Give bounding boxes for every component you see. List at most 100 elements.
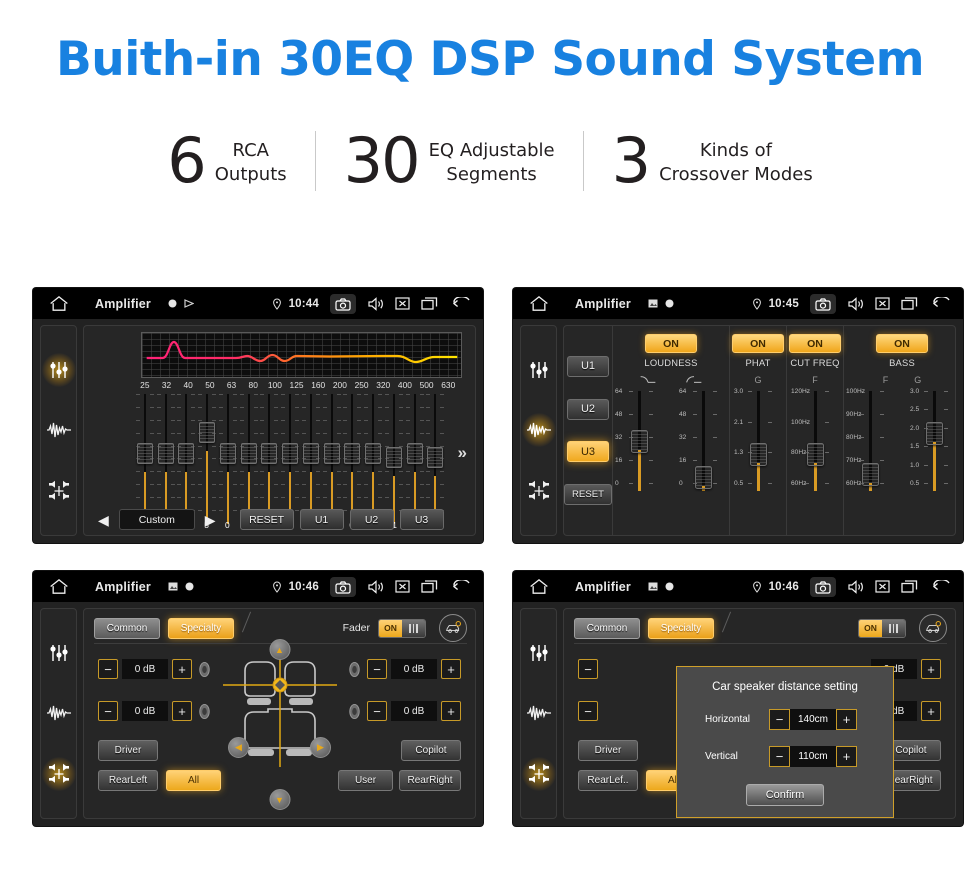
seat-driver-button[interactable]: Driver — [578, 740, 638, 761]
home-icon[interactable] — [529, 578, 549, 595]
eq-slider[interactable] — [134, 394, 155, 524]
camera-button[interactable] — [810, 293, 836, 314]
sidebar-item-equalizer[interactable] — [44, 638, 74, 668]
seat-rearleft-button[interactable]: RearLef.. — [578, 770, 638, 791]
tab-common[interactable]: Common — [574, 617, 640, 639]
sidebar-item-waveform[interactable] — [44, 415, 74, 445]
home-icon[interactable] — [49, 578, 69, 595]
camera-button[interactable] — [330, 293, 356, 314]
dsp-slider[interactable]: 120Hz 100Hz 80Hz 60Hz — [791, 388, 839, 494]
eq-more-chevron[interactable]: » — [458, 444, 467, 461]
back-icon[interactable] — [449, 297, 471, 310]
dsp-slider-knob[interactable] — [631, 430, 648, 453]
sidebar-item-equalizer[interactable] — [524, 638, 554, 668]
back-icon[interactable] — [929, 297, 951, 310]
fader-toggle[interactable]: ON — [378, 618, 426, 638]
move-right-button[interactable]: ▶ — [310, 737, 331, 758]
preset-u1-button[interactable]: U1 — [299, 509, 344, 530]
sidebar-item-waveform[interactable] — [524, 698, 554, 728]
eq-slider[interactable] — [238, 394, 259, 524]
eq-slider[interactable] — [258, 394, 279, 524]
recent-apps-icon[interactable] — [901, 580, 918, 593]
plus-button[interactable]: + — [441, 659, 461, 679]
eq-slider[interactable] — [404, 394, 425, 524]
eq-slider[interactable] — [362, 394, 383, 524]
dsp-slider[interactable]: 64 48 32 16 0 — [615, 388, 663, 494]
plus-button[interactable]: + — [441, 701, 461, 721]
dsp-slider-knob[interactable] — [807, 443, 824, 466]
minus-button[interactable]: − — [769, 746, 790, 767]
preset-name[interactable]: Custom — [118, 509, 195, 530]
eq-slider-knob[interactable] — [137, 443, 153, 464]
plus-button[interactable]: + — [172, 659, 192, 679]
minus-button[interactable]: − — [98, 659, 118, 679]
eq-slider[interactable] — [196, 394, 217, 524]
camera-button[interactable] — [810, 576, 836, 597]
eq-slider-knob[interactable] — [157, 443, 174, 464]
eq-slider[interactable] — [300, 394, 321, 524]
seat-driver-button[interactable]: Driver — [98, 740, 158, 761]
preset-next-button[interactable]: ▶ — [201, 513, 220, 527]
minus-button[interactable]: − — [769, 709, 790, 730]
eq-slider[interactable] — [341, 394, 362, 524]
dsp-slider[interactable]: 3.0 2.1 1.3 0.5 — [734, 388, 782, 494]
recent-apps-icon[interactable] — [421, 297, 438, 310]
level-rear-left[interactable]: − 0 dB + — [98, 701, 213, 721]
seat-user-button[interactable]: User — [338, 770, 393, 791]
minus-button[interactable]: − — [578, 701, 598, 721]
reset-button[interactable]: RESET — [239, 509, 294, 530]
power-toggle[interactable]: ON — [732, 334, 784, 353]
plus-button[interactable]: + — [921, 701, 941, 721]
sidebar-item-waveform[interactable] — [521, 413, 556, 448]
fader-toggle[interactable]: ON — [858, 618, 906, 638]
eq-slider[interactable] — [155, 394, 176, 524]
sidebar-item-equalizer[interactable] — [524, 355, 554, 385]
confirm-button[interactable]: Confirm — [746, 784, 824, 806]
seat-rearleft-button[interactable]: RearLeft — [98, 770, 158, 791]
close-box-icon[interactable] — [395, 580, 410, 593]
plus-button[interactable]: + — [836, 709, 857, 730]
dsp-slider-knob[interactable] — [695, 466, 712, 489]
car-settings-button[interactable] — [919, 614, 947, 642]
dsp-slider-knob[interactable] — [862, 463, 879, 486]
eq-slider[interactable] — [279, 394, 300, 524]
sidebar-item-balance[interactable] — [521, 756, 556, 791]
eq-slider-knob[interactable] — [344, 443, 361, 464]
plus-button[interactable]: + — [836, 746, 857, 767]
level-rear-right[interactable]: − 0 dB + — [346, 701, 461, 721]
eq-slider[interactable] — [424, 394, 445, 524]
volume-icon[interactable] — [847, 296, 864, 311]
recent-apps-icon[interactable] — [901, 297, 918, 310]
eq-slider-knob[interactable] — [406, 443, 423, 464]
move-up-button[interactable]: ▲ — [269, 639, 290, 660]
eq-slider-knob[interactable] — [261, 443, 278, 464]
sidebar-item-equalizer[interactable] — [41, 353, 76, 388]
dsp-slider[interactable]: 3.0 2.5 2.0 1.5 1.0 0.5 — [910, 388, 955, 494]
eq-slider[interactable] — [321, 394, 342, 524]
dsp-slider[interactable]: 100Hz 90Hz 80Hz 70Hz 60Hz — [846, 388, 894, 494]
home-icon[interactable] — [49, 295, 69, 312]
minus-button[interactable]: − — [578, 659, 598, 679]
eq-slider-knob[interactable] — [199, 422, 216, 443]
level-front-left[interactable]: − — [578, 659, 598, 679]
sidebar-item-balance[interactable] — [41, 756, 76, 791]
level-front-left[interactable]: − 0 dB + — [98, 659, 213, 679]
camera-button[interactable] — [330, 576, 356, 597]
preset-u3-button[interactable]: U3 — [399, 509, 444, 530]
eq-slider[interactable] — [217, 394, 238, 524]
preset-prev-button[interactable]: ◀ — [94, 513, 113, 527]
minus-button[interactable]: − — [367, 659, 387, 679]
back-icon[interactable] — [449, 580, 471, 593]
sidebar-item-balance[interactable] — [44, 476, 74, 506]
vertical-stepper[interactable]: − 110cm + — [769, 746, 857, 767]
horizontal-stepper[interactable]: − 140cm + — [769, 709, 857, 730]
dsp-slider-knob[interactable] — [750, 443, 767, 466]
eq-slider-bank[interactable] — [134, 394, 445, 524]
eq-slider-knob[interactable] — [240, 443, 257, 464]
eq-slider-knob[interactable] — [323, 443, 340, 464]
preset-u2-button[interactable]: U2 — [349, 509, 394, 530]
close-box-icon[interactable] — [875, 297, 890, 310]
tab-specialty[interactable]: Specialty — [648, 617, 714, 639]
power-toggle[interactable]: ON — [789, 334, 841, 353]
sidebar-item-waveform[interactable] — [44, 698, 74, 728]
